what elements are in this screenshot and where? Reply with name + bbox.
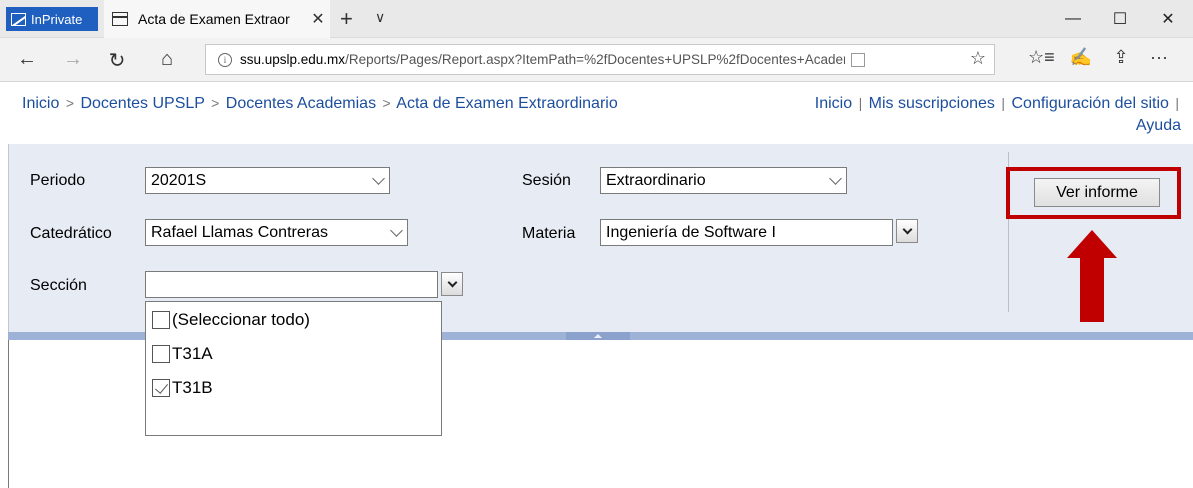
url-path: /Reports/Pages/Report.aspx?ItemPath=%2fD… bbox=[345, 52, 846, 67]
favorite-star-icon[interactable]: ☆ bbox=[970, 48, 986, 69]
link-ayuda[interactable]: Ayuda bbox=[1136, 117, 1181, 134]
back-button[interactable]: ← bbox=[14, 48, 40, 71]
notes-icon[interactable]: ✍ bbox=[1068, 47, 1094, 68]
materia-value: Ingeniería de Software I bbox=[606, 223, 776, 241]
inprivate-icon bbox=[11, 12, 26, 26]
link-configuracion-sitio[interactable]: Configuración del sitio bbox=[1011, 95, 1168, 112]
breadcrumb-inicio[interactable]: Inicio bbox=[22, 95, 59, 112]
option-t31b[interactable]: T31B bbox=[152, 378, 213, 398]
reading-view-icon[interactable] bbox=[851, 52, 866, 67]
annotation-highlight-box bbox=[1006, 167, 1181, 219]
link-separator: | bbox=[1175, 95, 1179, 111]
sesion-label: Sesión bbox=[522, 172, 571, 189]
breadcrumb-docentes-upslp[interactable]: Docentes UPSLP bbox=[80, 95, 204, 112]
breadcrumb-docentes-academias[interactable]: Docentes Academias bbox=[226, 95, 376, 112]
checkbox-checked[interactable] bbox=[152, 379, 170, 397]
chevron-down-icon bbox=[902, 224, 912, 234]
option-t31a[interactable]: T31A bbox=[152, 344, 213, 364]
seccion-dropdown-list: (Seleccionar todo) T31A T31B bbox=[145, 301, 442, 436]
checkbox[interactable] bbox=[152, 311, 170, 329]
minimize-button[interactable]: — bbox=[1048, 0, 1098, 38]
browser-titlebar: InPrivate Acta de Examen Extraor ✕ + ∨ —… bbox=[0, 0, 1193, 38]
materia-field[interactable]: Ingeniería de Software I bbox=[600, 219, 893, 246]
link-mis-suscripciones[interactable]: Mis suscripciones bbox=[869, 95, 995, 112]
chevron-up-icon bbox=[594, 334, 602, 338]
share-icon[interactable]: ⇪ bbox=[1108, 47, 1134, 68]
breadcrumb-current-report: Acta de Examen Extraordinario bbox=[396, 95, 618, 112]
address-bar[interactable]: i ssu.upslp.edu.mx /Reports/Pages/Report… bbox=[205, 44, 995, 75]
page-icon bbox=[112, 12, 128, 26]
report-left-border bbox=[8, 340, 9, 488]
annotation-arrow-up bbox=[1067, 230, 1117, 322]
new-tab-button[interactable]: + bbox=[340, 6, 353, 32]
close-tab-icon[interactable]: ✕ bbox=[306, 9, 330, 29]
top-links: Inicio | Mis suscripciones | Configuraci… bbox=[661, 92, 1181, 137]
catedratico-value: Rafael Llamas Contreras bbox=[151, 223, 328, 241]
breadcrumb-separator: > bbox=[382, 95, 391, 111]
inprivate-label: InPrivate bbox=[31, 11, 83, 27]
seccion-field[interactable] bbox=[145, 271, 438, 298]
link-separator: | bbox=[858, 95, 863, 111]
sesion-select[interactable]: Extraordinario bbox=[600, 167, 847, 194]
close-window-button[interactable]: ✕ bbox=[1143, 0, 1193, 38]
periodo-value: 20201S bbox=[151, 171, 207, 189]
option-label: T31A bbox=[172, 344, 213, 363]
sesion-value: Extraordinario bbox=[606, 171, 706, 189]
seccion-label: Sección bbox=[30, 277, 87, 294]
periodo-select[interactable]: 20201S bbox=[145, 167, 390, 194]
link-inicio[interactable]: Inicio bbox=[815, 95, 852, 112]
refresh-button[interactable]: ↻ bbox=[104, 48, 130, 73]
browser-navbar: ← → ↻ ⌂ i ssu.upslp.edu.mx /Reports/Page… bbox=[0, 38, 1193, 82]
seccion-dropdown-button[interactable] bbox=[441, 272, 463, 296]
info-icon[interactable]: i bbox=[218, 52, 232, 67]
materia-label: Materia bbox=[522, 225, 576, 242]
browser-tab[interactable]: Acta de Examen Extraor ✕ bbox=[104, 0, 330, 38]
more-icon[interactable]: ··· bbox=[1146, 47, 1172, 68]
chevron-down-icon bbox=[372, 172, 385, 185]
url-host: ssu.upslp.edu.mx bbox=[240, 52, 346, 67]
catedratico-select[interactable]: Rafael Llamas Contreras bbox=[145, 219, 408, 246]
breadcrumb-separator: > bbox=[211, 95, 220, 111]
option-label: (Seleccionar todo) bbox=[172, 310, 310, 329]
breadcrumb: Inicio > Docentes UPSLP > Docentes Acade… bbox=[22, 92, 642, 115]
checkbox[interactable] bbox=[152, 345, 170, 363]
chevron-down-icon bbox=[829, 172, 842, 185]
tab-title: Acta de Examen Extraor bbox=[138, 11, 290, 27]
chevron-down-icon bbox=[447, 277, 457, 287]
chevron-down-icon[interactable]: ∨ bbox=[375, 9, 385, 26]
collapse-parameters-button[interactable] bbox=[566, 332, 630, 340]
option-label: T31B bbox=[172, 378, 213, 397]
chevron-down-icon bbox=[390, 224, 403, 237]
forward-button[interactable]: → bbox=[60, 48, 86, 71]
materia-dropdown-button[interactable] bbox=[896, 219, 918, 243]
link-separator: | bbox=[1001, 95, 1006, 111]
favorites-icon[interactable]: ☆≡ bbox=[1028, 47, 1055, 68]
catedratico-label: Catedrático bbox=[30, 225, 112, 242]
inprivate-badge[interactable]: InPrivate bbox=[6, 7, 98, 31]
option-seleccionar-todo[interactable]: (Seleccionar todo) bbox=[152, 310, 310, 330]
breadcrumb-separator: > bbox=[65, 95, 74, 111]
periodo-label: Periodo bbox=[30, 172, 86, 189]
home-button[interactable]: ⌂ bbox=[154, 48, 180, 71]
maximize-button[interactable]: ☐ bbox=[1095, 0, 1145, 38]
